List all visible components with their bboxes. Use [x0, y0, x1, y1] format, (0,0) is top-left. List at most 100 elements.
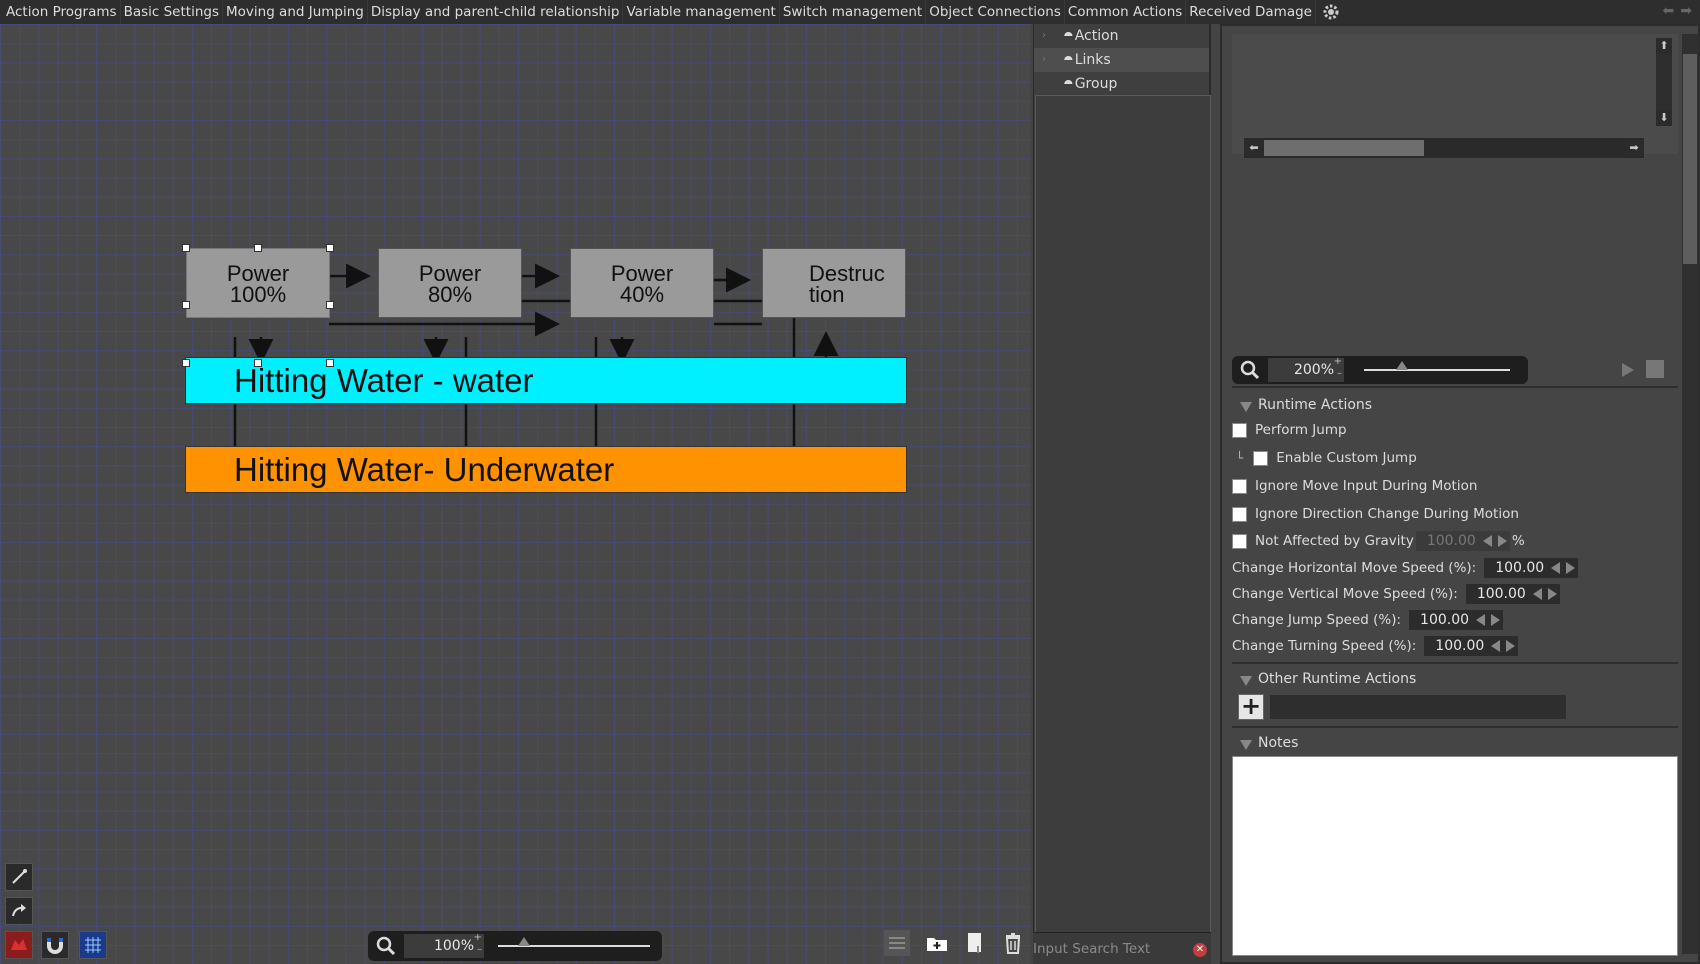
tab-variable-management[interactable]: Variable management	[623, 0, 780, 24]
zoom-slider[interactable]	[498, 937, 650, 947]
link-tool-icon[interactable]	[5, 863, 33, 891]
decrement-arrow-icon[interactable]	[1491, 640, 1501, 652]
search-field[interactable]: Input Search Text ✕	[1033, 932, 1211, 964]
node-power-40[interactable]: Power 40%	[570, 248, 714, 318]
tree-item-action[interactable]: › ⯊ Action	[1034, 24, 1209, 48]
back-arrow-icon[interactable]: ⬅	[1663, 3, 1675, 19]
canvas-zoom-value[interactable]: 100% + –	[404, 932, 484, 958]
notes-textarea[interactable]	[1232, 756, 1678, 956]
zoom-slider-thumb[interactable]	[518, 937, 530, 946]
node-destruction[interactable]: Destruc tion	[762, 248, 906, 318]
collapse-triangle-icon[interactable]	[1240, 676, 1252, 686]
magnet-icon[interactable]	[41, 931, 69, 959]
runtime-actions-header[interactable]: Runtime Actions	[1232, 393, 1688, 417]
decrement-arrow-icon[interactable]	[1532, 588, 1542, 600]
band-hitting-water[interactable]: Hitting Water - water	[185, 357, 907, 404]
clear-search-icon[interactable]: ✕	[1193, 943, 1207, 957]
other-actions-list[interactable]	[1270, 695, 1566, 719]
zoom-stepper[interactable]: + –	[1334, 356, 1342, 380]
increment-arrow-icon[interactable]	[1497, 535, 1507, 547]
object-tool-icon[interactable]	[5, 931, 33, 959]
tab-moving-jumping[interactable]: Moving and Jumping	[223, 0, 368, 24]
tree-list-area[interactable]	[1035, 95, 1211, 933]
tree-item-label: Group	[1074, 76, 1118, 92]
h-speed-row: Change Horizontal Move Speed (%): 100.00	[1232, 556, 1579, 580]
panel-vscroll[interactable]	[1682, 34, 1698, 954]
decrement-arrow-icon[interactable]	[1476, 614, 1486, 626]
jump-speed-input[interactable]: 100.00	[1409, 610, 1504, 630]
scroll-left-icon[interactable]: ⬅	[1246, 140, 1262, 156]
notes-header[interactable]: Notes	[1232, 731, 1688, 755]
properties-panel: ⬆ ⬇ ⬅ ➡ 200% + – Runtime Actions Perform…	[1220, 24, 1700, 964]
band-underwater[interactable]: Hitting Water- Underwater	[185, 446, 907, 493]
ignore-move-label: Ignore Move Input During Motion	[1255, 478, 1478, 494]
tree-item-links[interactable]: › ⯊ Links	[1034, 48, 1209, 72]
trash-icon[interactable]	[1000, 930, 1026, 956]
other-runtime-actions-header[interactable]: Other Runtime Actions	[1232, 667, 1688, 691]
selection-handle[interactable]	[326, 301, 334, 309]
ignore-move-checkbox[interactable]	[1232, 478, 1247, 494]
selection-handle[interactable]	[182, 301, 190, 309]
tab-action-programs[interactable]: Action Programs	[0, 0, 121, 24]
add-item-icon[interactable]	[962, 930, 988, 956]
selection-handle[interactable]	[326, 244, 334, 252]
increment-arrow-icon[interactable]	[1566, 562, 1576, 574]
decrement-arrow-icon[interactable]	[1482, 535, 1492, 547]
decrement-arrow-icon[interactable]	[1551, 562, 1561, 574]
preview-hscroll[interactable]: ⬅ ➡	[1244, 138, 1644, 158]
selection-handle[interactable]	[254, 244, 262, 252]
hscroll-thumb[interactable]	[1264, 140, 1424, 156]
tab-switch-management[interactable]: Switch management	[780, 0, 927, 24]
preview-zoom-slider[interactable]	[1364, 361, 1510, 371]
scroll-right-icon[interactable]: ➡	[1626, 140, 1642, 156]
tab-display-parent-child[interactable]: Display and parent-child relationship	[368, 0, 624, 24]
ignore-direction-checkbox[interactable]	[1232, 506, 1247, 522]
v-speed-input[interactable]: 100.00	[1465, 584, 1560, 604]
tab-common-actions[interactable]: Common Actions	[1065, 0, 1187, 24]
increment-arrow-icon[interactable]	[1491, 614, 1501, 626]
list-view-icon[interactable]	[884, 930, 910, 956]
increment-arrow-icon[interactable]	[1506, 640, 1516, 652]
stop-icon[interactable]	[1646, 360, 1664, 378]
selection-handle[interactable]	[182, 359, 190, 367]
ignore-direction-row: Ignore Direction Change During Motion	[1232, 502, 1519, 526]
preview-vscroll[interactable]	[1656, 54, 1672, 110]
tree-item-group[interactable]: ⯊ Group	[1034, 72, 1209, 96]
preview-zoom-value[interactable]: 200% + –	[1268, 356, 1344, 382]
vscroll-thumb[interactable]	[1683, 54, 1697, 264]
add-folder-icon[interactable]	[924, 930, 950, 956]
scroll-up-icon[interactable]: ⬆	[1656, 38, 1672, 54]
zoom-slider-thumb[interactable]	[1396, 361, 1408, 370]
node-power-80[interactable]: Power 80%	[378, 248, 522, 318]
zoom-stepper[interactable]: + –	[474, 932, 482, 956]
tab-basic-settings[interactable]: Basic Settings	[121, 0, 223, 24]
enable-custom-jump-checkbox[interactable]	[1253, 450, 1269, 466]
gravity-checkbox[interactable]	[1232, 533, 1247, 549]
tab-received-damage[interactable]: Received Damage	[1186, 0, 1316, 24]
add-action-button[interactable]: +	[1238, 694, 1264, 720]
ignore-move-row: Ignore Move Input During Motion	[1232, 474, 1477, 498]
selection-handle[interactable]	[326, 359, 334, 367]
gravity-input[interactable]: 100.00	[1415, 531, 1510, 551]
selection-handle[interactable]	[182, 244, 190, 252]
chevron-right-icon[interactable]: ›	[1042, 24, 1046, 48]
increment-arrow-icon[interactable]	[1547, 588, 1557, 600]
selection-handle[interactable]	[254, 359, 262, 367]
jump-speed-label: Change Jump Speed (%):	[1232, 612, 1402, 628]
perform-jump-checkbox[interactable]	[1232, 422, 1247, 438]
h-speed-input[interactable]: 100.00	[1484, 558, 1579, 578]
chevron-right-icon[interactable]: ›	[1042, 48, 1046, 72]
tab-object-connections[interactable]: Object Connections	[926, 0, 1065, 24]
scroll-down-icon[interactable]: ⬇	[1656, 110, 1672, 126]
ignore-direction-label: Ignore Direction Change During Motion	[1255, 506, 1519, 522]
play-icon[interactable]	[1616, 358, 1640, 382]
turn-speed-input[interactable]: 100.00	[1424, 636, 1519, 656]
collapse-triangle-icon[interactable]	[1240, 402, 1252, 412]
flow-canvas[interactable]: Hitting Water - water Hitting Water- Und…	[0, 24, 1030, 964]
node-power-100[interactable]: Power 100%	[186, 248, 330, 318]
redirect-tool-icon[interactable]	[5, 897, 33, 925]
grid-icon[interactable]	[79, 931, 107, 959]
gear-icon[interactable]	[1320, 1, 1342, 23]
forward-arrow-icon[interactable]: ➡	[1680, 3, 1692, 19]
collapse-triangle-icon[interactable]	[1240, 740, 1252, 750]
